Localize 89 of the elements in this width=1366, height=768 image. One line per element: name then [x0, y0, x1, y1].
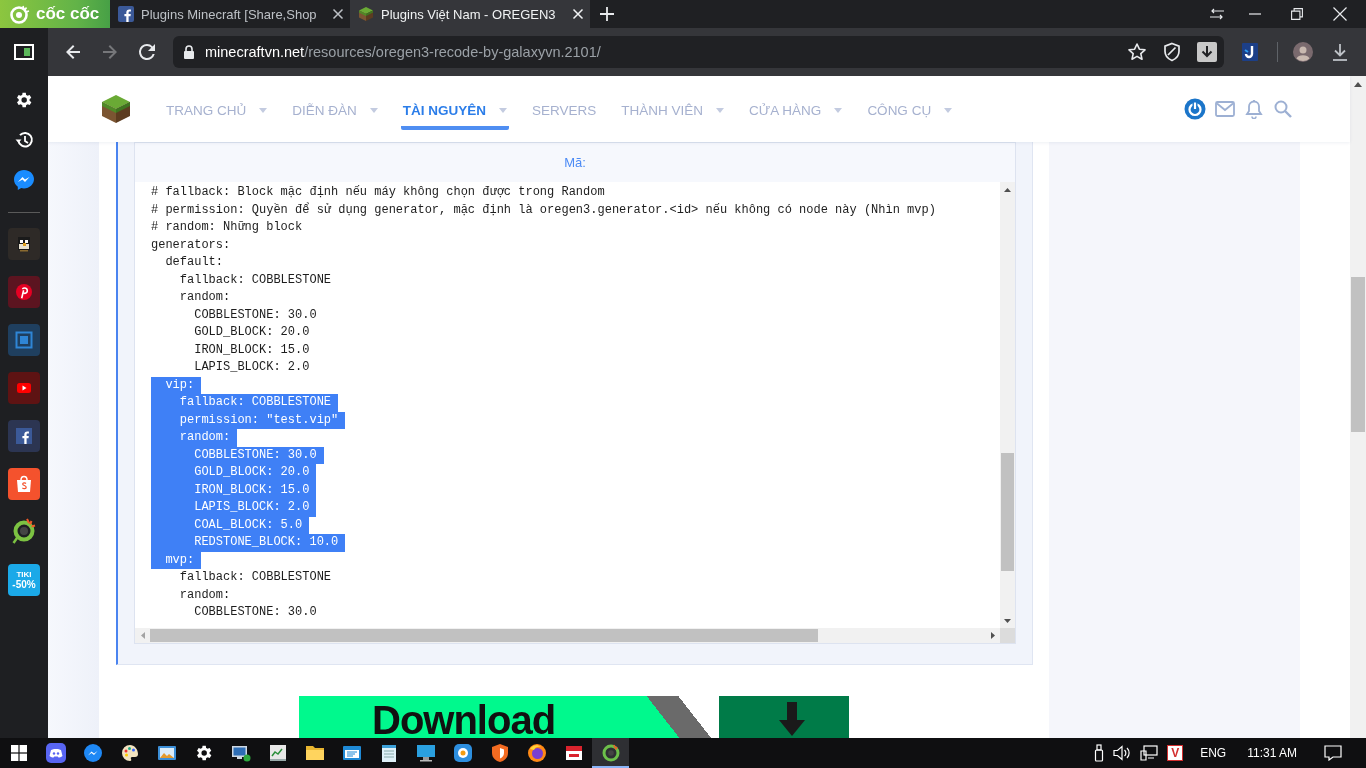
down-arrow-icon[interactable]: [1004, 618, 1011, 623]
code-line: GOLD_BLOCK: 20.0: [193, 324, 310, 341]
browser-tab[interactable]: Plugins Minecraft [Share,Shop: [110, 0, 350, 28]
promo-shortcut[interactable]: TIKI -50%: [8, 564, 40, 596]
swap-arrows-icon[interactable]: [1209, 8, 1225, 20]
code-title: Mã:: [564, 155, 586, 170]
scrollbar-corner: [1000, 628, 1015, 643]
network-icon[interactable]: [1140, 745, 1159, 761]
chat-bubble-icon[interactable]: [13, 169, 35, 191]
controller-icon: [45, 743, 66, 763]
code-line: # permission: Quyền để sử dụng generator, mặc định là oregen3.generator.<id> nếu không có node này (Nhìn mvp): [151, 201, 936, 219]
code-line: IRON_BLOCK: 15.0: [193, 341, 310, 359]
avatar-icon[interactable]: [1293, 42, 1313, 62]
monitor-icon: [415, 743, 436, 763]
nav-link[interactable]: CÔNG CỤ: [865, 94, 955, 130]
reload-icon[interactable]: [137, 42, 157, 62]
code-line: random:: [178, 586, 231, 604]
usb-drive-icon[interactable]: [1094, 744, 1105, 762]
clock[interactable]: 11:31 AM: [1247, 746, 1297, 760]
browser-tab[interactable]: Plugins Việt Nam - OREGEN3: [350, 0, 590, 28]
horizontal-scrollbar[interactable]: [135, 628, 1000, 643]
banner-text: Download: [372, 700, 556, 738]
penguin-icon[interactable]: [8, 228, 40, 260]
palette-icon: [119, 743, 140, 763]
play-button-icon[interactable]: [8, 372, 40, 404]
input-mode-indicator[interactable]: V: [1167, 745, 1184, 761]
shield-icon: [489, 743, 510, 763]
download-icon[interactable]: [1331, 42, 1349, 62]
code-line: default:: [164, 254, 223, 271]
shield-icon[interactable]: [1163, 42, 1181, 62]
f-square-icon: [118, 6, 134, 22]
leaf-ring-icon: [9, 3, 31, 25]
code-line: COBBLESTONE: 30.0: [193, 306, 317, 324]
vertical-scrollbar[interactable]: [1000, 182, 1015, 628]
f-square-icon[interactable]: [8, 420, 40, 452]
right-arrow-icon[interactable]: [990, 632, 995, 639]
code-line: random:: [178, 289, 231, 306]
start-icon: [10, 745, 27, 761]
volume-icon[interactable]: [1113, 745, 1132, 761]
window-icon: [341, 743, 362, 763]
code-line: fallback: COBBLESTONE: [178, 569, 332, 586]
globe-icon: [526, 743, 547, 763]
language-indicator[interactable]: ENG: [1200, 746, 1227, 760]
nav-link[interactable]: TÀI NGUYÊN: [400, 94, 510, 130]
remote-screen-icon: [230, 743, 251, 763]
notification-icon[interactable]: [1324, 745, 1342, 761]
code-line: generators:: [151, 236, 231, 254]
scrollbar-thumb[interactable]: [150, 629, 818, 642]
address-bar[interactable]: minecraftvn.net/resources/oregen3-recode-by-galaxyvn.2101/: [173, 36, 1224, 68]
side-panel-icon[interactable]: [14, 44, 34, 60]
down-arrow-icon: [777, 702, 807, 738]
browser-menu-button[interactable]: cốc cốc: [0, 0, 110, 28]
hook-icon[interactable]: [1242, 43, 1258, 61]
grass-block-icon[interactable]: [100, 93, 132, 125]
round-app-icon: [452, 743, 473, 763]
nav-link[interactable]: CỬA HÀNG: [747, 94, 845, 130]
settings-icon[interactable]: [14, 90, 34, 110]
picture-icon: [156, 743, 177, 763]
nav-link[interactable]: TRANG CHỦ: [164, 94, 270, 130]
close-icon[interactable]: [332, 8, 344, 20]
star-icon[interactable]: [1127, 42, 1147, 62]
grass-block-icon: [358, 6, 374, 22]
scrollbar-thumb[interactable]: [1001, 453, 1014, 571]
lock-icon: [183, 45, 195, 59]
nav-link[interactable]: THÀNH VIÊN: [619, 94, 727, 130]
taskbar-button[interactable]: [592, 738, 629, 768]
up-arrow-icon[interactable]: [1004, 187, 1011, 192]
page-scrollbar[interactable]: [1350, 76, 1366, 738]
code-line: # fallback: Block mặc định nếu máy không chọn được trong Random: [151, 184, 605, 201]
power-icon[interactable]: [1184, 98, 1206, 120]
frame-square-icon[interactable]: [8, 324, 40, 356]
history-icon[interactable]: [14, 130, 34, 150]
nav-link[interactable]: SERVERS: [530, 94, 599, 130]
document-icon: [563, 743, 584, 763]
download-icon[interactable]: [1197, 42, 1217, 62]
code-line: fallback: COBBLESTONE: [178, 271, 332, 289]
new-tab-icon[interactable]: [600, 7, 614, 21]
up-arrow-icon[interactable]: [1354, 81, 1362, 87]
code-line: LAPIS_BLOCK: 2.0: [193, 359, 310, 376]
code-line: # random: Những block: [151, 219, 303, 236]
chart-window-icon: [267, 743, 288, 763]
restore-icon[interactable]: [1291, 8, 1303, 20]
nav-link[interactable]: DIỄN ĐÀN: [290, 94, 380, 130]
folder-icon: [304, 743, 325, 763]
ring-icon: [600, 743, 621, 763]
shopping-bag-icon[interactable]: [8, 468, 40, 500]
scrollbar-thumb[interactable]: [1351, 277, 1365, 432]
code-line: COBBLESTONE: 30.0: [193, 604, 317, 621]
chat-bubble-icon: [82, 743, 103, 763]
